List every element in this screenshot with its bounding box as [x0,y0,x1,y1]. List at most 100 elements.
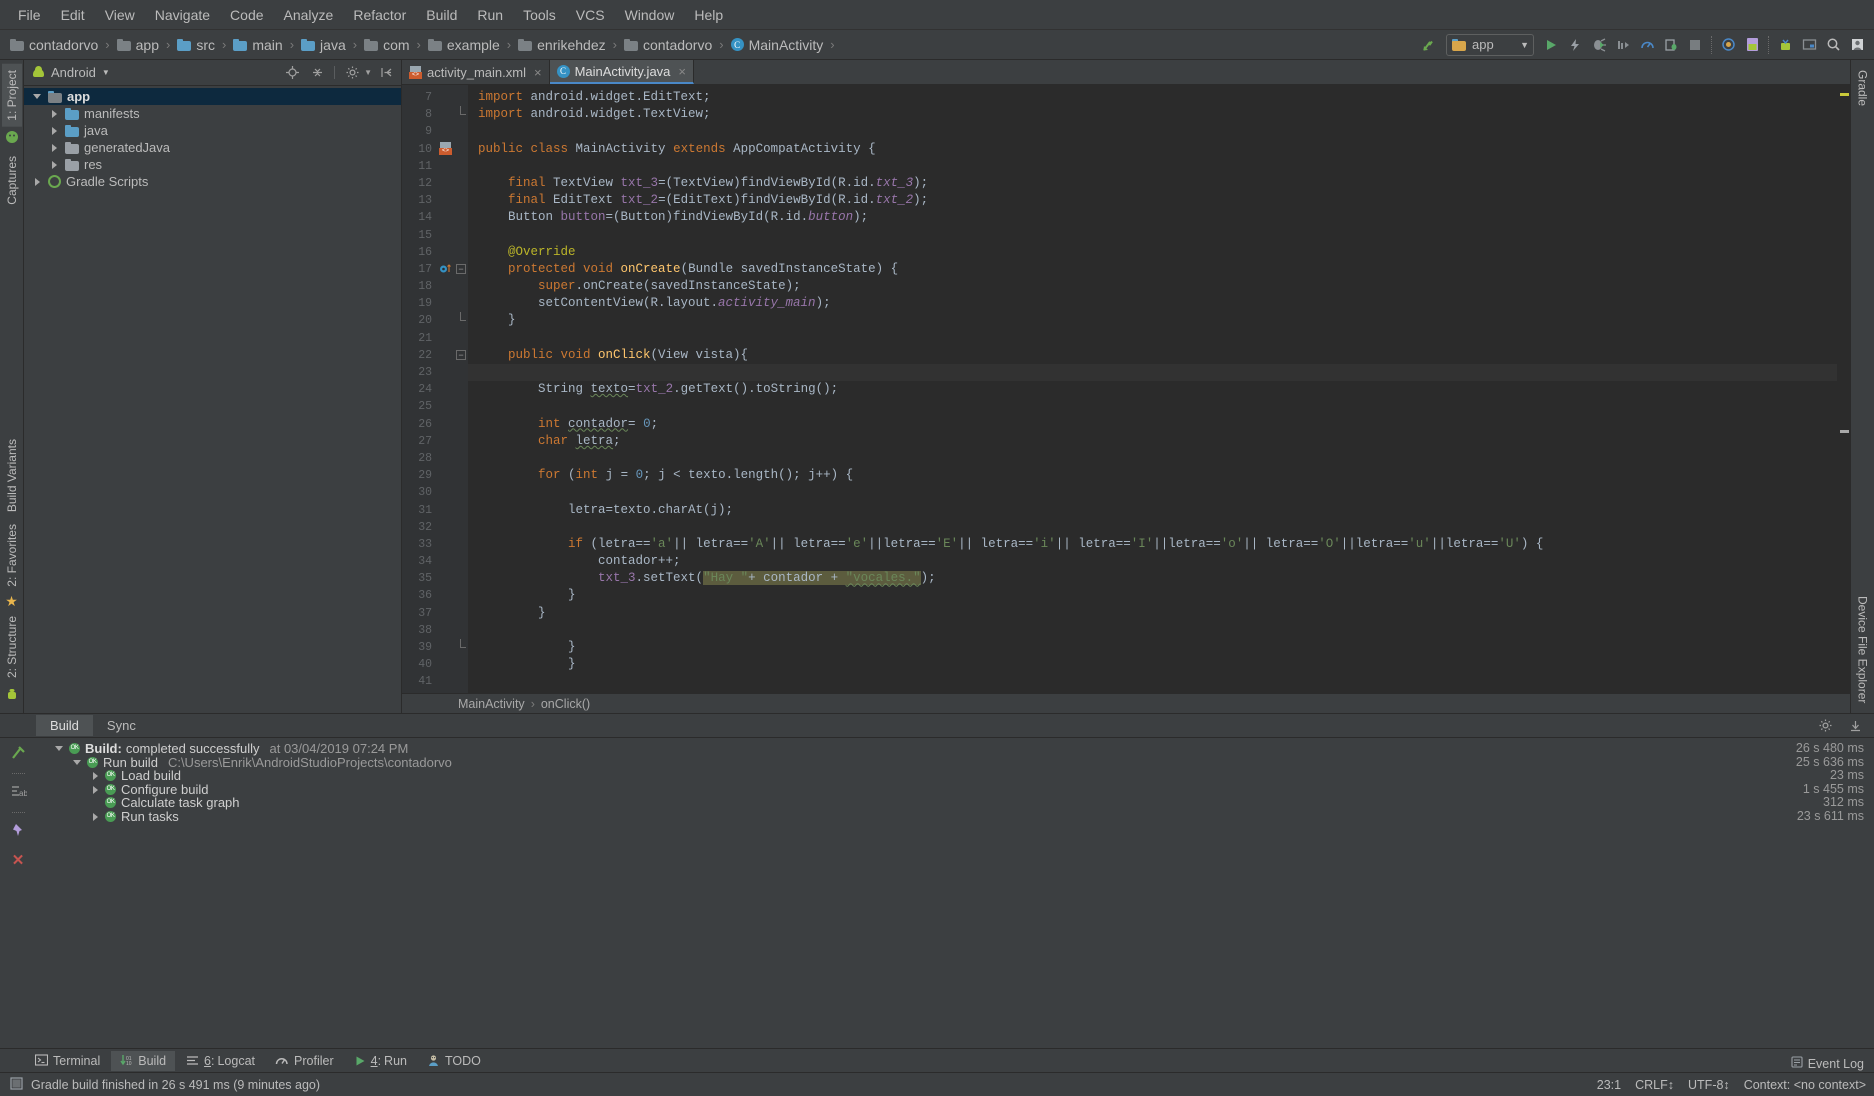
code-line[interactable] [468,364,1837,382]
tree-node-generatedjava[interactable]: generatedJava [24,139,401,156]
toolwindow-button-profiler[interactable]: Profiler [266,1051,343,1071]
menu-item-tools[interactable]: Tools [513,3,566,27]
project-view-selector[interactable]: Android [51,65,96,80]
code-content[interactable]: import android.widget.EditText; import an… [468,85,1837,693]
breadcrumb-item-com[interactable]: com [360,35,413,55]
code-line[interactable]: final EditText txt_2=(EditText)findViewB… [468,192,1837,209]
breadcrumb-item-app[interactable]: app [113,35,163,55]
fold-marker[interactable]: − [454,347,468,364]
code-line[interactable]: final TextView txt_3=(TextView)findViewB… [468,175,1837,192]
profiler-icon[interactable] [1636,34,1658,56]
hide-icon[interactable] [375,62,397,84]
editor-viewport[interactable]: 7 8 9 1011 12 13 14 15 16 17 18 19 20 21 22 23 24 25 26 27 2… [402,85,1850,693]
settings-icon[interactable] [341,62,363,84]
settings-icon[interactable] [1814,715,1836,737]
build-output-tree[interactable]: Build:completed successfully at 03/04/201… [36,738,1874,1048]
code-line[interactable]: super.onCreate(savedInstanceState); [468,278,1837,295]
menu-item-vcs[interactable]: VCS [566,3,615,27]
build-output-row[interactable]: Build:completed successfully at 03/04/201… [36,741,1874,756]
menu-item-edit[interactable]: Edit [51,3,95,27]
menu-item-file[interactable]: File [8,3,51,27]
chevron-right-icon[interactable] [49,108,60,119]
breadcrumb-item-main[interactable]: main [229,35,286,55]
code-line[interactable] [468,123,1837,140]
code-line[interactable]: } [468,587,1837,604]
module-selector[interactable]: app ▼ [1446,33,1534,56]
device-manager-icon[interactable] [1774,34,1796,56]
chevron-down-icon-settings[interactable]: ▼ [364,68,372,77]
apply-changes-icon[interactable] [1564,34,1586,56]
build-window-tab-build[interactable]: Build [36,715,93,736]
menu-item-view[interactable]: View [95,3,145,27]
code-line[interactable]: } [468,605,1837,622]
hide-icon[interactable] [1844,715,1866,737]
collapse-all-icon[interactable] [306,62,328,84]
breadcrumb-item-java[interactable]: java [297,35,350,55]
build-output-row[interactable]: Configure build 1 s 455 ms [36,782,1874,796]
code-line[interactable]: } [468,312,1837,329]
chevron-right-icon[interactable] [90,770,101,781]
left-tab-captures[interactable]: Captures [2,150,22,211]
code-line[interactable]: for (int j = 0; j < texto.length(); j++)… [468,467,1837,484]
build-output-row[interactable]: Run build C:\Users\Enrik\AndroidStudioPro… [36,755,1874,769]
fold-marker[interactable] [454,312,468,329]
code-line[interactable]: Button button=(Button)findViewById(R.id.… [468,209,1837,226]
toolwindow-button-build[interactable]: 01 10 Build [111,1050,176,1071]
breadcrumb-item-contadorvo[interactable]: contadorvo [6,35,102,55]
menu-item-analyze[interactable]: Analyze [274,3,344,27]
code-line[interactable]: public class MainActivity extends AppCom… [468,141,1837,158]
code-line[interactable]: @Override [468,244,1837,261]
code-line[interactable]: import android.widget.TextView; [468,106,1837,123]
context-indicator[interactable]: Context: <no context> [1744,1078,1866,1092]
editor-markup-scrollbar[interactable] [1837,85,1850,693]
chevron-right-icon[interactable] [49,159,60,170]
editor-breadcrumb-item[interactable]: onClick() [541,697,590,711]
debug-icon[interactable] [1588,34,1610,56]
chevron-right-icon[interactable] [49,125,60,136]
breadcrumb-item-contadorvo[interactable]: contadorvo [620,35,716,55]
code-line[interactable]: } [468,656,1837,673]
breadcrumb-item-enrikehdez[interactable]: enrikehdez [514,35,610,55]
code-line[interactable] [468,519,1837,536]
chevron-right-icon[interactable] [32,176,43,187]
tree-node-gradlescripts[interactable]: Gradle Scripts [24,173,401,190]
breadcrumb-item-mainactivity[interactable]: C MainActivity [727,35,828,55]
toolwindow-button-terminal[interactable]: Terminal [26,1051,109,1071]
code-line[interactable]: letra=texto.charAt(j); [468,502,1837,519]
stop-icon[interactable] [1684,34,1706,56]
left-tab-project[interactable]: 1: Project [1,64,22,127]
code-line[interactable] [468,484,1837,501]
pin-icon[interactable] [10,822,27,842]
menu-item-navigate[interactable]: Navigate [145,3,220,27]
right-tab-device-file-explorer[interactable]: Device File Explorer [1853,590,1873,709]
xml-layout-gutter-icon[interactable] [439,141,452,155]
tree-node-res[interactable]: res [24,156,401,173]
close-icon[interactable]: × [678,64,686,79]
run-icon[interactable] [1540,34,1562,56]
attach-debugger-icon[interactable] [1660,34,1682,56]
search-icon[interactable] [1822,34,1844,56]
run-coverage-icon[interactable] [1612,34,1634,56]
build-output-row[interactable]: Load build 23 ms [36,768,1874,783]
code-line[interactable]: String texto=txt_2.getText().toString(); [468,381,1837,398]
fold-marker[interactable] [454,106,468,123]
sync-project-icon[interactable] [1418,34,1440,56]
close-icon[interactable]: × [534,65,542,80]
chevron-down-icon[interactable] [32,91,43,102]
event-log-button[interactable]: Event Log [1791,1056,1864,1071]
editor-breadcrumb-item[interactable]: MainActivity [458,697,525,711]
build-hammer-icon[interactable] [10,744,27,764]
fold-marker[interactable]: − [454,261,468,278]
tree-node-app[interactable]: app [24,88,401,105]
chevron-right-icon[interactable] [90,811,101,822]
toolwindow-button-logcat[interactable]: 6: Logcat [177,1051,264,1071]
line-separator[interactable]: CRLF↕ [1635,1078,1674,1092]
code-line[interactable]: setContentView(R.layout.activity_main); [468,295,1837,312]
menu-item-code[interactable]: Code [220,3,273,27]
editor-tab-mainactivity-java[interactable]: C MainActivity.java × [549,60,694,84]
code-line[interactable]: if (letra=='a'|| letra=='A'|| letra=='e'… [468,536,1837,553]
code-line[interactable] [468,622,1837,639]
code-line[interactable]: public void onClick(View vista){ [468,347,1837,364]
toolwindow-button-run[interactable]: 4: Run [345,1051,416,1071]
left-tab-structure[interactable]: 2: Structure [2,610,22,684]
